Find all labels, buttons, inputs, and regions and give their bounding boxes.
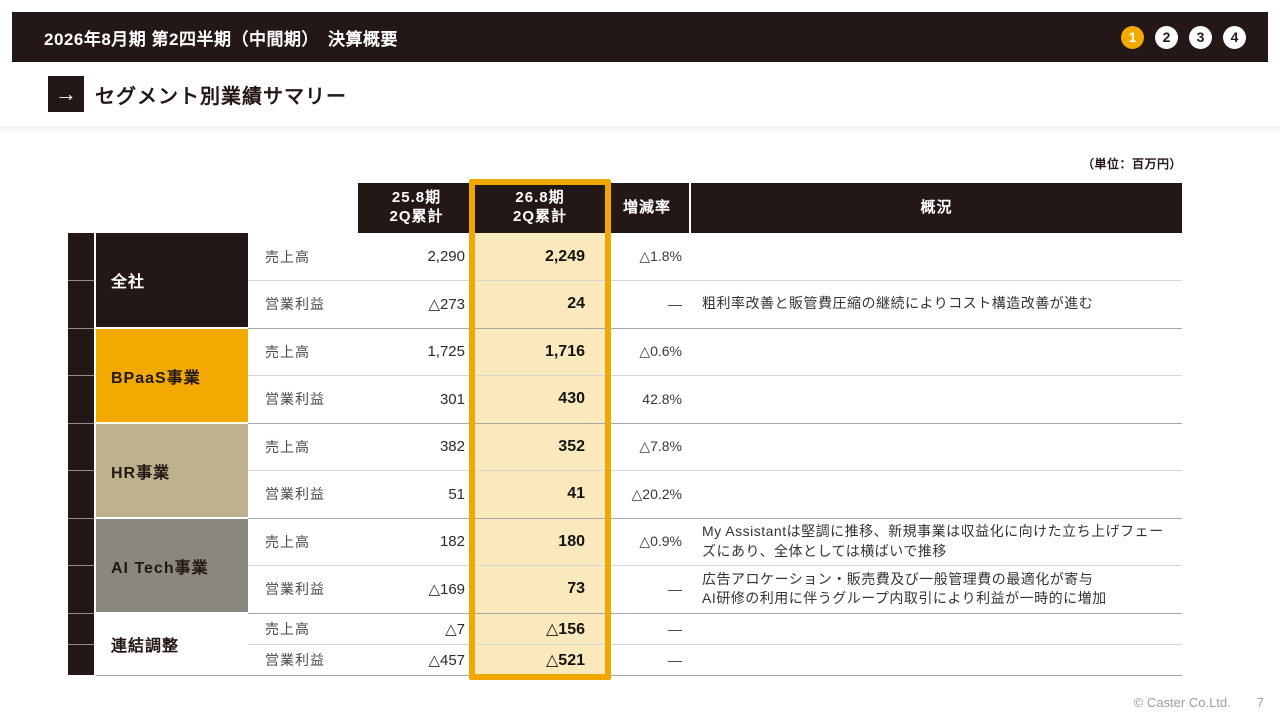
row-guide-strip	[68, 328, 96, 376]
rate-value: —	[605, 613, 690, 645]
metric-label: 売上高	[248, 328, 358, 376]
segment-name-cell: AI Tech事業	[95, 518, 248, 614]
col-header-curr-label: 26.8期 2Q累計	[512, 189, 567, 225]
overview-cell	[690, 233, 1182, 281]
prev-value: 382	[358, 423, 475, 471]
overview-cell	[690, 470, 1182, 519]
col-header-prev-label: 25.8期 2Q累計	[389, 189, 444, 225]
prev-value: 51	[358, 470, 475, 519]
row-guide-strip	[68, 233, 96, 281]
metric-label: 営業利益	[248, 565, 358, 614]
overview-cell	[690, 375, 1182, 424]
col-header-curr-period: 26.8期 2Q累計	[475, 183, 605, 233]
rate-value: △0.6%	[605, 328, 690, 376]
segment-name-cell: BPaaS事業	[95, 328, 248, 424]
row-guide-strip	[68, 644, 96, 675]
metric-label: 売上高	[248, 423, 358, 471]
row-guide-strip	[68, 280, 96, 329]
rate-value: △1.8%	[605, 233, 690, 281]
segment-results-table: 25.8期 2Q累計 26.8期 2Q累計 増減率 概況 全社 売上高 2,29…	[68, 179, 1182, 680]
results-table: 25.8期 2Q累計 26.8期 2Q累計 増減率 概況 全社 売上高 2,29…	[68, 183, 1182, 676]
section-header: → セグメント別業績サマリー	[0, 62, 1280, 126]
metric-label: 営業利益	[248, 470, 358, 519]
header-corner-cell	[68, 183, 358, 233]
segment-name-cell: HR事業	[95, 423, 248, 519]
prev-value: 1,725	[358, 328, 475, 376]
metric-label: 営業利益	[248, 375, 358, 424]
page-dot-4[interactable]: 4	[1223, 25, 1246, 49]
col-header-overview: 概況	[689, 183, 1182, 233]
rate-value: 42.8%	[605, 375, 690, 424]
curr-value: 180	[475, 518, 605, 566]
prev-value: △273	[358, 280, 475, 329]
col-header-prev-period: 25.8期 2Q累計	[358, 183, 475, 233]
segment-name-cell: 全社	[95, 233, 248, 329]
row-guide-strip	[68, 565, 96, 614]
row-guide-strip	[68, 518, 96, 566]
overview-cell: 広告アロケーション・販売費及び一般管理費の最適化が寄与 AI研修の利用に伴うグル…	[690, 565, 1182, 614]
metric-label: 営業利益	[248, 644, 358, 676]
segment-name-cell: 連結調整	[95, 613, 248, 676]
metric-label: 売上高	[248, 613, 358, 645]
slide-title-bar: 2026年8月期 第2四半期（中間期） 決算概要 1 2 3 4	[12, 12, 1268, 62]
table-row: BPaaS事業 売上高 1,725 1,716 △0.6%	[68, 328, 1182, 424]
rate-value: —	[605, 280, 690, 329]
rate-value: —	[605, 565, 690, 614]
page-dot-2[interactable]: 2	[1155, 25, 1178, 49]
table-row: 全社 売上高 2,290 2,249 △1.8%	[68, 233, 1182, 329]
rate-value: △7.8%	[605, 423, 690, 471]
table-header-row: 25.8期 2Q累計 26.8期 2Q累計 増減率 概況	[68, 183, 1182, 233]
table-row: AI Tech事業 売上高 182 180 △0.9% My Assistant…	[68, 518, 1182, 614]
overview-cell: My Assistantは堅調に推移、新規事業は収益化に向けた立ち上げフェーズに…	[690, 518, 1182, 566]
curr-value: 430	[475, 375, 605, 424]
prev-value: 301	[358, 375, 475, 424]
page-dot-1[interactable]: 1	[1121, 25, 1144, 49]
curr-value: 2,249	[475, 233, 605, 281]
page-dot-3[interactable]: 3	[1189, 25, 1212, 49]
curr-value: 73	[475, 565, 605, 614]
page-number: 7	[1256, 695, 1264, 710]
rate-value: —	[605, 644, 690, 676]
curr-value: △156	[475, 613, 605, 645]
page-indicator: 1 2 3 4	[1121, 25, 1246, 49]
curr-value: 352	[475, 423, 605, 471]
curr-value: △521	[475, 644, 605, 676]
rate-value: △0.9%	[605, 518, 690, 566]
unit-note: （単位：百万円）	[1081, 157, 1182, 171]
overview-cell	[690, 613, 1182, 645]
metric-label: 売上高	[248, 233, 358, 281]
prev-value: 182	[358, 518, 475, 566]
prev-value: △457	[358, 644, 475, 676]
slide-title: 2026年8月期 第2四半期（中間期） 決算概要	[44, 29, 398, 49]
row-guide-strip	[68, 470, 96, 519]
row-guide-strip	[68, 613, 96, 645]
curr-value: 1,716	[475, 328, 605, 376]
table-row: HR事業 売上高 382 352 △7.8%	[68, 423, 1182, 519]
overview-cell: 粗利率改善と販管費圧縮の継続によりコスト構造改善が進む	[690, 280, 1182, 329]
prev-value: 2,290	[358, 233, 475, 281]
metric-label: 売上高	[248, 518, 358, 566]
metric-label: 営業利益	[248, 280, 358, 329]
rate-value: △20.2%	[605, 470, 690, 519]
prev-value: △169	[358, 565, 475, 614]
slide-footer: © Caster Co.Ltd. 7	[1134, 695, 1264, 710]
curr-value: 41	[475, 470, 605, 519]
curr-value: 24	[475, 280, 605, 329]
prev-value: △7	[358, 613, 475, 645]
col-header-rate: 増減率	[605, 183, 690, 233]
overview-cell	[690, 423, 1182, 471]
row-guide-strip	[68, 423, 96, 471]
table-row: 連結調整 売上高 △7 △156 —	[68, 613, 1182, 676]
overview-cell	[690, 644, 1182, 676]
copyright-text: © Caster Co.Ltd.	[1133, 695, 1231, 710]
arrow-right-icon: →	[48, 76, 84, 112]
section-title: セグメント別業績サマリー	[95, 85, 347, 108]
row-guide-strip	[68, 375, 96, 424]
overview-cell	[690, 328, 1182, 376]
